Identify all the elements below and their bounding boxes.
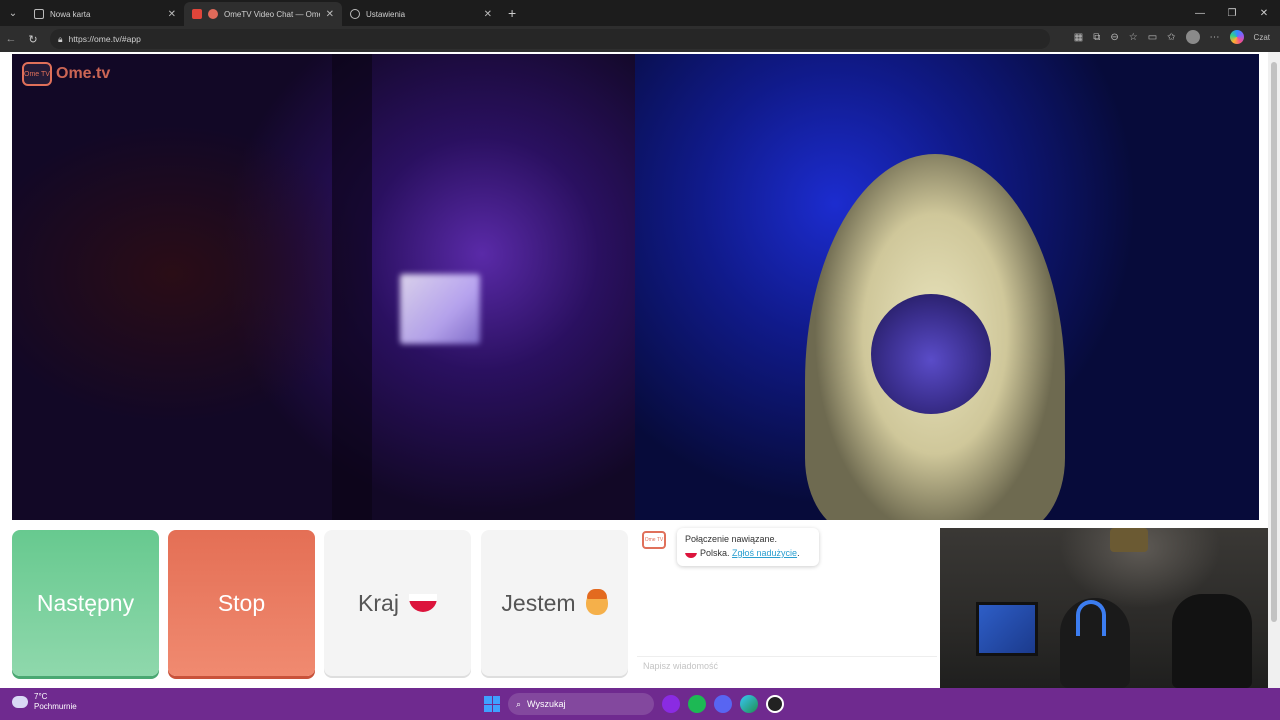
system-message: Połączenie nawiązane. Polska. Zgłoś nadu… <box>677 528 819 566</box>
report-suffix: . <box>797 548 800 558</box>
background-screen <box>400 274 480 344</box>
tab-title: Ustawienia <box>366 9 406 19</box>
discord-icon[interactable] <box>714 695 732 713</box>
monitor <box>976 602 1038 656</box>
tab-new-tab[interactable]: Nowa karta ✕ <box>26 2 184 26</box>
close-tab-icon[interactable]: ✕ <box>326 9 334 20</box>
weather-widget[interactable]: 7°C Pochmurnie <box>12 692 77 712</box>
tab-settings[interactable]: Ustawienia ✕ <box>342 2 500 26</box>
ometv-app: Ome TV Ome.tv Następny Stop Kraj Jestem … <box>0 52 1280 688</box>
windows-start-icon[interactable] <box>484 696 500 712</box>
stop-label: Stop <box>217 589 266 616</box>
gender-button[interactable]: Jestem <box>481 530 628 676</box>
translate-icon[interactable]: ⧉ <box>1093 32 1100 43</box>
chair <box>1172 594 1252 688</box>
window-controls: — ❐ ✕ <box>1184 0 1280 26</box>
blocked-icon[interactable]: ⊖ <box>1110 32 1118 43</box>
taskbar-search[interactable]: ⌕ Wyszukaj <box>508 693 654 715</box>
windows-taskbar: 7°C Pochmurnie ⌕ Wyszukaj <box>0 688 1280 720</box>
toolbar-icons: ▦ ⧉ ⊖ ☆ ▭ ✩ ⋯ Czat <box>1074 30 1270 44</box>
face <box>871 294 991 414</box>
more-menu-icon[interactable]: ⋯ <box>1210 32 1220 43</box>
copilot-icon[interactable] <box>1229 30 1244 44</box>
taskbar-center: ⌕ Wyszukaj <box>484 693 784 715</box>
search-placeholder: Wyszukaj <box>527 699 566 709</box>
spotify-icon[interactable] <box>688 695 706 713</box>
edge-icon[interactable] <box>740 695 758 713</box>
close-tab-icon[interactable]: ✕ <box>168 9 176 20</box>
url-text: https://ome.tv/#app <box>68 34 141 44</box>
page-icon <box>34 9 44 19</box>
boy-emoji-icon <box>585 589 608 615</box>
message-placeholder: Napisz wiadomość <box>643 661 719 671</box>
back-arrow-icon[interactable]: ← <box>0 33 22 45</box>
lock-icon: 🔒︎ <box>58 33 63 44</box>
video-shadow <box>332 54 372 520</box>
message-input[interactable]: Napisz wiadomość <box>637 656 937 674</box>
split-screen-icon[interactable]: ▭ <box>1148 32 1157 43</box>
tab-actions-chevron-icon[interactable]: ⌄ <box>0 0 26 26</box>
temperature: 7°C <box>34 692 48 701</box>
favorites-icon[interactable]: ✩ <box>1167 32 1175 43</box>
wall-clock <box>1110 528 1148 552</box>
minimize-icon[interactable]: — <box>1184 0 1216 26</box>
chat-panel: Ome TV Połączenie nawiązane. Polska. Zgł… <box>637 528 939 678</box>
restore-icon[interactable]: ❐ <box>1216 0 1248 26</box>
next-button[interactable]: Następny <box>12 530 159 676</box>
close-window-icon[interactable]: ✕ <box>1248 0 1280 26</box>
obs-icon[interactable] <box>766 695 784 713</box>
tab-ometv[interactable]: OmeTV Video Chat — Omegl ✕ <box>184 2 342 26</box>
webcam-overlay <box>940 528 1280 688</box>
cloud-icon <box>12 696 28 708</box>
connection-status: Połączenie nawiązane. <box>685 534 778 544</box>
tab-title: OmeTV Video Chat — Omegl <box>224 9 320 19</box>
app-icon[interactable] <box>662 695 680 713</box>
partner-country: Polska. <box>700 548 730 558</box>
next-label: Następny <box>36 589 135 616</box>
search-icon: ⌕ <box>516 698 522 709</box>
country-label: Kraj <box>358 589 399 616</box>
weather-condition: Pochmurnie <box>34 702 77 711</box>
partner-video: Ome TV Ome.tv <box>12 54 635 520</box>
logo-text: Ome.tv <box>56 65 111 82</box>
url-field[interactable]: 🔒︎ https://ome.tv/#app <box>50 29 1050 49</box>
report-abuse-link[interactable]: Zgłoś nadużycie <box>732 548 797 558</box>
ometv-logo[interactable]: Ome TV Ome.tv <box>22 62 110 86</box>
logo-badge-text: Ome TV <box>24 70 50 78</box>
ometv-favicon-icon <box>208 9 218 19</box>
gender-label: Jestem <box>501 589 576 616</box>
country-button[interactable]: Kraj <box>324 530 471 676</box>
copilot-label: Czat <box>1253 32 1270 42</box>
ometv-chat-icon: Ome TV <box>642 531 666 549</box>
tab-title: Nowa karta <box>50 9 91 19</box>
poland-flag-icon <box>408 594 437 612</box>
close-tab-icon[interactable]: ✕ <box>484 9 492 20</box>
own-video <box>635 54 1259 520</box>
headphones <box>1076 600 1106 636</box>
address-bar-row: ← ↻ 🔒︎ https://ome.tv/#app ▦ ⧉ ⊖ ☆ ▭ ✩ ⋯… <box>0 26 1280 52</box>
scrollbar-thumb[interactable] <box>1271 62 1277 622</box>
poland-flag-icon <box>685 549 697 558</box>
stop-button[interactable]: Stop <box>168 530 315 676</box>
favorite-star-icon[interactable]: ☆ <box>1129 32 1138 43</box>
refresh-icon[interactable]: ↻ <box>22 33 44 46</box>
reader-view-icon[interactable]: ▦ <box>1074 32 1083 43</box>
page-scrollbar[interactable] <box>1268 52 1280 688</box>
tv-icon: Ome TV <box>22 62 52 86</box>
new-tab-plus-icon[interactable]: + <box>508 5 516 21</box>
record-icon <box>192 9 202 19</box>
profile-avatar-icon[interactable] <box>1185 30 1200 44</box>
browser-tab-bar: ⌄ Nowa karta ✕ OmeTV Video Chat — Omegl … <box>0 0 1280 26</box>
gear-icon <box>350 9 360 19</box>
